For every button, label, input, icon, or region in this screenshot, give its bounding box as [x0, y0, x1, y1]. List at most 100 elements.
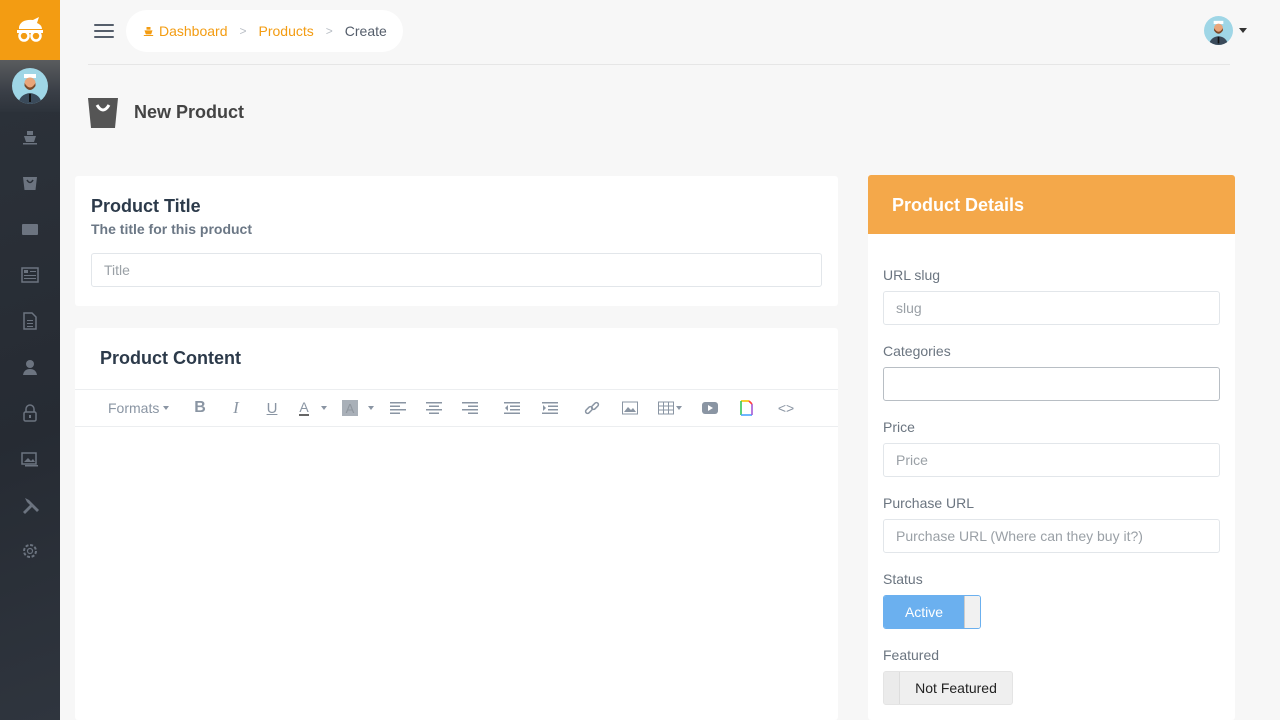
gear-icon [23, 544, 37, 558]
divider [88, 64, 1230, 65]
title-input[interactable] [91, 253, 822, 287]
new-document-icon [740, 400, 753, 416]
sidebar-item-products[interactable] [0, 160, 60, 206]
tools-icon [23, 498, 39, 514]
categories-select[interactable] [883, 367, 1220, 401]
featured-toggle[interactable]: Not Featured [883, 671, 1013, 705]
sidebar-item-categories[interactable] [0, 206, 60, 252]
indent-icon [542, 402, 558, 414]
featured-value: Not Featured [915, 680, 997, 696]
breadcrumb-separator: > [239, 24, 247, 38]
logo-icon [17, 17, 43, 42]
shopping-bag-icon [88, 98, 118, 128]
caret-down-icon [676, 406, 682, 410]
table-button[interactable] [648, 396, 692, 420]
indent-button[interactable] [532, 396, 568, 420]
sidebar-item-media[interactable] [0, 436, 60, 482]
sidebar-item-roles[interactable] [0, 390, 60, 436]
background-color-icon: A [342, 400, 358, 416]
sidebar-item-pages[interactable] [0, 298, 60, 344]
purchase-url-label: Purchase URL [883, 495, 975, 511]
categories-label: Categories [883, 343, 951, 359]
product-content-card: Product Content Formats B I U A A <> [75, 328, 838, 720]
status-toggle[interactable]: Active [883, 595, 981, 629]
outdent-button[interactable] [492, 396, 532, 420]
new-document-button[interactable] [728, 396, 764, 420]
align-right-icon [462, 402, 478, 414]
price-label: Price [883, 419, 915, 435]
image-icon [622, 401, 638, 415]
breadcrumb-create: Create [344, 23, 387, 39]
sidebar-item-dashboard[interactable] [0, 114, 60, 160]
newspaper-icon [21, 267, 39, 283]
sidebar-item-users[interactable] [0, 344, 60, 390]
text-color-button[interactable]: A [290, 396, 336, 420]
chevron-down-icon [1239, 28, 1247, 33]
sidebar-item-settings[interactable] [0, 528, 60, 574]
sidebar-item-posts[interactable] [0, 252, 60, 298]
breadcrumb-products[interactable]: Products [259, 23, 314, 39]
price-input[interactable] [883, 443, 1220, 477]
document-icon [23, 312, 37, 330]
product-details-card: Product Details URL slug Categories Pric… [868, 175, 1235, 720]
card-heading: Product Content [100, 348, 241, 368]
align-center-icon [426, 402, 442, 414]
logo[interactable] [0, 0, 60, 60]
bold-icon: B [194, 399, 206, 416]
status-label: Status [883, 571, 923, 587]
source-code-button[interactable]: <> [764, 396, 808, 420]
page-header: New Product [88, 96, 244, 128]
images-icon [21, 452, 38, 467]
formats-label: Formats [108, 400, 160, 416]
table-icon [658, 401, 674, 415]
purchase-url-input[interactable] [883, 519, 1220, 553]
caret-down-icon [320, 406, 327, 410]
product-title-card: Product Title The title for this product [75, 176, 838, 306]
details-header: Product Details [868, 175, 1235, 234]
link-button[interactable] [572, 396, 612, 420]
link-icon [584, 401, 600, 415]
formats-dropdown[interactable]: Formats [108, 396, 174, 420]
align-left-button[interactable] [380, 396, 416, 420]
status-value: Active [884, 596, 964, 628]
image-button[interactable] [612, 396, 648, 420]
sidebar-avatar[interactable] [0, 60, 60, 112]
toggle-handle [964, 596, 980, 628]
align-left-icon [390, 402, 406, 414]
text-color-icon: A [299, 399, 309, 416]
breadcrumb: Dashboard > Products > Create [126, 10, 403, 52]
person-icon [23, 360, 37, 375]
folder-icon [22, 224, 38, 235]
card-heading: Product Title [91, 196, 201, 216]
ship-icon [23, 131, 37, 145]
align-right-button[interactable] [452, 396, 488, 420]
slug-input[interactable] [883, 291, 1220, 325]
caret-down-icon [368, 406, 374, 410]
italic-button[interactable]: I [218, 396, 254, 420]
ship-icon [143, 27, 154, 36]
menu-toggle-button[interactable] [94, 24, 114, 40]
breadcrumb-separator: > [325, 24, 333, 38]
breadcrumb-dashboard[interactable]: Dashboard [159, 23, 228, 39]
align-center-button[interactable] [416, 396, 452, 420]
sidebar [0, 0, 60, 720]
caret-down-icon [163, 406, 170, 410]
sidebar-item-tools[interactable] [0, 482, 60, 528]
shopping-bag-icon [23, 177, 37, 190]
editor-toolbar: Formats B I U A A <> [75, 389, 838, 427]
outdent-icon [504, 402, 520, 414]
video-button[interactable] [692, 396, 728, 420]
featured-label: Featured [883, 647, 940, 663]
avatar [12, 68, 48, 104]
editor-content-area[interactable] [75, 428, 838, 720]
background-color-button[interactable]: A [336, 396, 380, 420]
slug-label: URL slug [883, 267, 941, 283]
lock-icon [23, 404, 37, 422]
underline-button[interactable]: U [254, 396, 290, 420]
bold-button[interactable]: B [182, 396, 218, 420]
code-icon: <> [777, 400, 795, 416]
user-avatar [1204, 16, 1233, 45]
user-menu[interactable] [1204, 16, 1247, 45]
video-icon [702, 402, 718, 414]
italic-icon: I [233, 398, 239, 417]
